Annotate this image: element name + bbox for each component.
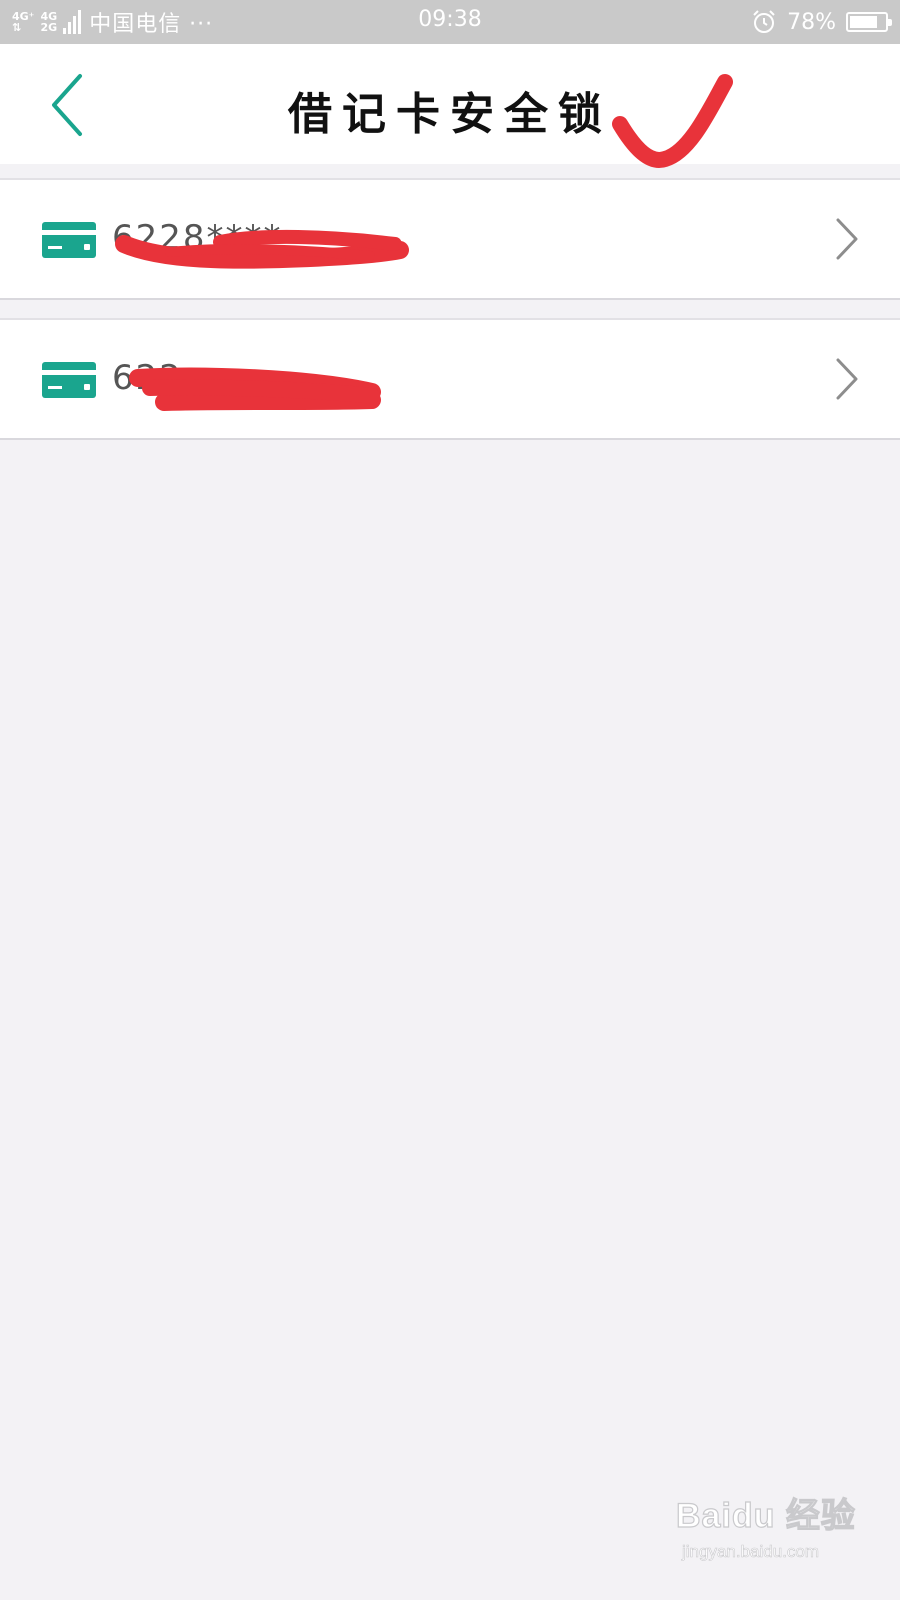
watermark-url: jingyan.baidu.com [682, 1542, 820, 1562]
chevron-right-icon [836, 358, 858, 400]
alarm-clock-icon [753, 10, 775, 33]
status-right: 78% [751, 6, 892, 38]
battery-percent: 78% [787, 9, 836, 35]
battery-fill [850, 16, 877, 28]
card-number: 6228**** [112, 218, 283, 258]
baidu-watermark: Baidu 经验 jingyan.baidu.com [675, 1470, 866, 1580]
card-number: 622 [112, 358, 183, 398]
credit-card-icon [42, 222, 96, 258]
nav-bar: 借记卡安全锁 [0, 44, 900, 168]
chevron-right-icon [836, 218, 858, 260]
page-title: 借记卡安全锁 [288, 89, 612, 140]
watermark-brand: Baidu 经验 [675, 1496, 856, 1535]
card-row-2[interactable]: 622 [0, 318, 900, 440]
battery-icon [846, 12, 892, 32]
card-row-1[interactable]: 6228**** [0, 178, 900, 300]
status-bar: 4G⁺ ⇅ 4G 2G 中国电信 ··· 09:38 78% [0, 0, 900, 44]
credit-card-icon [42, 362, 96, 398]
